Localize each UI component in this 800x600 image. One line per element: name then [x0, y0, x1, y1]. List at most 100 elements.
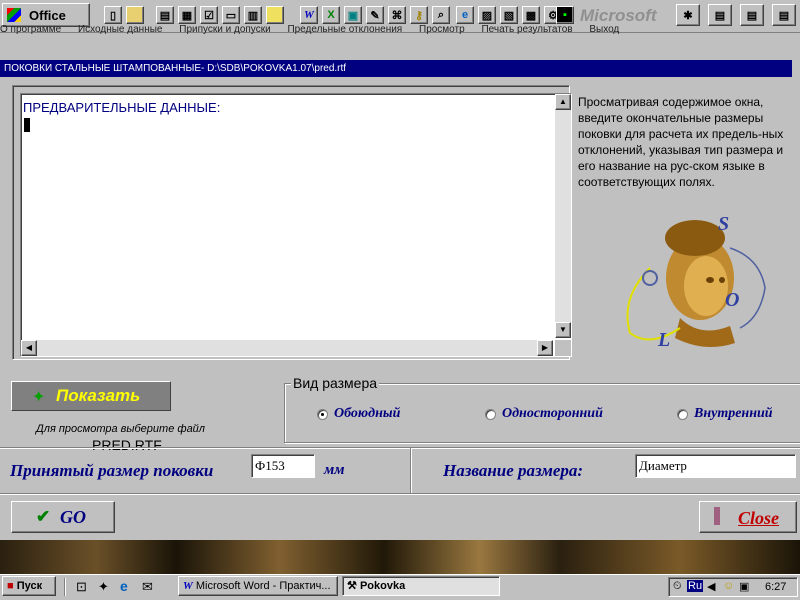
checkmark-icon: ✔: [36, 507, 51, 526]
close-button-label: Close: [738, 508, 780, 528]
radio-internal-label: Внутренний: [694, 406, 773, 421]
menu-allowances[interactable]: Припуски и допуски: [179, 24, 270, 35]
quicklaunch-outlook-icon[interactable]: ✉: [142, 579, 153, 595]
find-icon[interactable]: ⌕: [432, 6, 450, 24]
document-title-bar: ПОКОВКИ СТАЛЬНЫЕ ШТАМПОВАННЫЕ- D:\SDB\PO…: [0, 60, 800, 77]
office-label: Office: [29, 8, 66, 23]
running-man-icon: ✦: [32, 389, 46, 406]
quicklaunch-desktop-icon[interactable]: ⊡: [76, 579, 87, 595]
show-button[interactable]: ✦ Показать: [11, 381, 171, 411]
file-hint-label: Для просмотра выберите файл: [36, 423, 206, 435]
radio-unilateral[interactable]: Односторонний: [485, 406, 603, 422]
logo-letter-o: O: [725, 289, 739, 311]
divider-vertical: [410, 448, 411, 493]
shortcut-icon-6[interactable]: ▩: [522, 6, 540, 24]
microsoft-brand: Microsoft: [580, 6, 657, 25]
radio-bilateral-indicator[interactable]: [317, 408, 328, 420]
horizontal-scrollbar[interactable]: ◀ ▶: [21, 340, 553, 356]
accepted-size-input[interactable]: [251, 454, 315, 478]
clock: 6:27: [765, 581, 787, 593]
shortcut-icon-2[interactable]: ✎: [366, 6, 384, 24]
calendar-icon[interactable]: ▦: [178, 6, 196, 24]
radio-unilateral-indicator[interactable]: [485, 408, 496, 420]
key-icon[interactable]: ⚷: [410, 6, 428, 24]
size-name-label: Название размера:: [443, 461, 584, 480]
shortcut-icon-5[interactable]: ▧: [500, 6, 518, 24]
language-indicator[interactable]: Ru: [687, 580, 704, 592]
vertical-scrollbar[interactable]: ▲ ▼: [555, 94, 571, 338]
windows-logo-icon: ■: [7, 580, 14, 592]
tray-volume-icon[interactable]: ◀: [707, 580, 715, 593]
close-button[interactable]: Close: [699, 501, 797, 533]
size-name-input[interactable]: [635, 454, 796, 478]
go-button-label: GO: [60, 507, 86, 527]
radio-bilateral[interactable]: Обоюдный: [317, 406, 400, 422]
divider-bottom: [0, 493, 800, 494]
menu-input-data[interactable]: Исходные данные: [78, 24, 163, 35]
logo-letter-s: S: [718, 213, 729, 235]
accepted-size-label: Принятый размер поковки: [10, 461, 214, 480]
text-cursor: [24, 118, 30, 132]
radio-internal-indicator[interactable]: [677, 408, 688, 420]
scroll-up-button[interactable]: ▲: [555, 94, 571, 110]
quicklaunch-channels-icon[interactable]: ✦: [98, 579, 109, 595]
logo-letter-l: L: [657, 329, 670, 351]
new-document-icon[interactable]: ▯: [104, 6, 122, 24]
word-task-icon: W: [183, 580, 193, 592]
scroll-down-button[interactable]: ▼: [555, 322, 571, 338]
document-title: ПОКОВКИ СТАЛЬНЫЕ ШТАМПОВАННЫЕ- D:\SDB\PO…: [4, 63, 347, 74]
toolbar-area: [0, 36, 800, 60]
task-pokovka[interactable]: ⚒ Pokovka: [342, 576, 500, 596]
radio-bilateral-label: Обоюдный: [334, 406, 401, 421]
radio-internal[interactable]: Внутренний: [677, 406, 773, 422]
accepted-size-unit: мм: [324, 462, 345, 478]
scroll-corner: [555, 340, 571, 356]
title-edge: [792, 60, 800, 77]
quicklaunch-ie-icon[interactable]: e: [120, 578, 128, 594]
menu-print-results[interactable]: Печать результатов: [481, 24, 572, 35]
file-hint-filename: PRED.RTF: [92, 437, 162, 453]
shortcut-icon-4[interactable]: ▨: [478, 6, 496, 24]
internet-explorer-icon[interactable]: e: [456, 6, 474, 24]
door-icon: [714, 507, 720, 525]
document-text: ПРЕДВАРИТЕЛЬНЫЕ ДАННЫЕ:: [23, 100, 221, 115]
shortcut-icon-11[interactable]: ▤: [772, 4, 796, 26]
scroll-right-button[interactable]: ▶: [537, 340, 553, 356]
tray-scheduler-icon[interactable]: ⏲: [673, 580, 682, 593]
menu-limit-deviations[interactable]: Предельные отклонения: [287, 24, 402, 35]
note-icon[interactable]: [266, 6, 284, 24]
word-icon[interactable]: W: [300, 6, 318, 24]
shortcut-icon-1[interactable]: ▤: [156, 6, 174, 24]
size-type-group: Вид размера Обоюдный Односторонний Внутр…: [284, 375, 800, 443]
excel-icon[interactable]: X: [322, 6, 340, 24]
journal-icon[interactable]: ▥: [244, 6, 262, 24]
contact-icon[interactable]: ▭: [222, 6, 240, 24]
dos-prompt-icon[interactable]: ▪: [556, 6, 574, 24]
radio-unilateral-label: Односторонний: [502, 406, 603, 421]
go-button[interactable]: ✔ GO: [11, 501, 115, 533]
sol-logo-illustration: S O L: [626, 213, 766, 351]
pokovka-task-icon: ⚒: [347, 580, 357, 592]
shortcut-icon-8[interactable]: ✱: [676, 4, 700, 26]
menu-view[interactable]: Просмотр: [419, 24, 465, 35]
menu-about[interactable]: О программе: [0, 24, 61, 35]
menu-exit[interactable]: Выход: [589, 24, 619, 35]
start-button[interactable]: ■ Пуск: [2, 576, 56, 596]
help-text: Просматривая содержимое окна, введите ок…: [578, 95, 784, 189]
task-icon[interactable]: ☑: [200, 6, 218, 24]
task-word[interactable]: W Microsoft Word - Практич...: [178, 576, 338, 596]
office-logo-icon: [7, 8, 21, 22]
system-tray: ⏲ Ru ◀ ☺ ▣ 6:27: [668, 577, 798, 597]
start-button-label: Пуск: [16, 580, 43, 592]
shortcut-icon-3[interactable]: ⌘: [388, 6, 406, 24]
tray-smiley-icon[interactable]: ☺: [723, 580, 734, 592]
tray-app-icon[interactable]: ▣: [739, 580, 749, 593]
document-viewer[interactable]: ПРЕДВАРИТЕЛЬНЫЕ ДАННЫЕ: ▲ ▼ ◀ ▶: [20, 93, 572, 357]
show-button-label: Показать: [56, 386, 141, 405]
shortcut-icon-10[interactable]: ▤: [740, 4, 764, 26]
shortcut-icon-9[interactable]: ▤: [708, 4, 732, 26]
open-folder-icon[interactable]: [126, 6, 144, 24]
powerpoint-icon[interactable]: ▣: [344, 6, 362, 24]
scroll-left-button[interactable]: ◀: [21, 340, 37, 356]
divider-top: [0, 447, 800, 448]
